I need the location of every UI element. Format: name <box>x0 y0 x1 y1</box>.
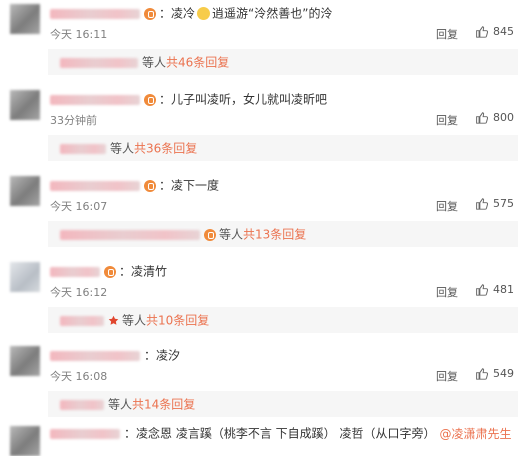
username-blurred[interactable] <box>50 94 140 105</box>
thumb-up-icon <box>476 26 488 38</box>
member-badge-icon <box>144 7 156 20</box>
avatar[interactable] <box>10 426 40 456</box>
username-blurred[interactable] <box>50 350 140 361</box>
username-blurred[interactable] <box>50 180 140 191</box>
avatar[interactable] <box>10 90 40 120</box>
reply-button[interactable]: 回复 <box>436 284 458 300</box>
timestamp: 今天 16:11 <box>50 28 108 41</box>
like-button[interactable]: 549 <box>475 367 514 380</box>
username-blurred[interactable] <box>50 8 140 19</box>
like-count: 845 <box>493 25 514 38</box>
like-count: 800 <box>493 111 514 124</box>
comment-item: ：凌念恩 凌言蹊（桃李不言 下自成蹊） 凌哲（从口字旁） @凌潇肃先生 <box>0 424 528 456</box>
timestamp: 33分钟前 <box>50 114 97 127</box>
sub-replies-label: 等人 <box>122 313 147 328</box>
emoji-icon <box>197 7 211 20</box>
thumb-up-icon <box>476 112 488 124</box>
reply-button[interactable]: 回复 <box>436 368 458 384</box>
like-button[interactable]: 575 <box>475 197 514 210</box>
sub-replies-label: 等人 <box>110 141 135 156</box>
comment-body: ：儿子叫凌听，女儿就叫凌昕吧 <box>50 90 327 108</box>
sub-replies-bar[interactable]: 等人共14条回复 <box>48 391 518 417</box>
comment-body: ：凌冷 逍遥游“泠然善也”的泠 <box>50 4 332 22</box>
thumb-up-icon <box>476 198 488 210</box>
sub-replies-bar[interactable]: 等人共36条回复 <box>48 135 518 161</box>
comment-text-suffix: 逍遥游“泠然善也”的泠 <box>212 6 333 21</box>
member-badge-icon <box>204 228 216 241</box>
replier-names-blurred <box>60 229 200 240</box>
comment-body: ：凌清竹 <box>50 262 167 280</box>
replier-names-blurred <box>60 57 138 68</box>
comment-item: ：凌清竹 今天 16:12 回复 481 等人共10条回复 <box>0 258 528 341</box>
username-blurred[interactable] <box>50 428 120 439</box>
sub-replies-label: 等人 <box>142 55 167 70</box>
sub-replies-bar[interactable]: 等人共46条回复 <box>48 49 518 75</box>
replier-names-blurred <box>60 315 104 326</box>
like-button[interactable]: 800 <box>475 111 514 124</box>
sub-replies-bar[interactable]: 等人共10条回复 <box>48 307 518 333</box>
sub-replies-link[interactable]: 共46条回复 <box>166 56 229 70</box>
comment-item: ：凌汐 今天 16:08 回复 549 等人共14条回复 <box>0 342 528 425</box>
comment-body: ：凌下一度 <box>50 176 219 194</box>
sub-replies-link[interactable]: 共10条回复 <box>146 314 209 328</box>
comment-item: ：凌下一度 今天 16:07 回复 575 等人共13条回复 <box>0 172 528 255</box>
thumb-up-icon <box>476 284 488 296</box>
sub-replies-link[interactable]: 共14条回复 <box>132 398 195 412</box>
star-icon <box>108 315 119 325</box>
replier-names-blurred <box>60 399 104 410</box>
reply-button[interactable]: 回复 <box>436 26 458 42</box>
avatar[interactable] <box>10 346 40 376</box>
sub-replies-link[interactable]: 共13条回复 <box>243 228 306 242</box>
comment-body: ：凌汐 <box>50 346 180 364</box>
like-count: 549 <box>493 367 514 380</box>
member-badge-icon <box>144 179 156 192</box>
comment-item: ：儿子叫凌听，女儿就叫凌昕吧 33分钟前 回复 800 等人共36条回复 <box>0 86 528 169</box>
comment-body: ：凌念恩 凌言蹊（桃李不言 下自成蹊） 凌哲（从口字旁） @凌潇肃先生 <box>50 424 511 442</box>
comment-text: ：儿子叫凌听，女儿就叫凌昕吧 <box>159 92 328 107</box>
like-button[interactable]: 845 <box>475 25 514 38</box>
timestamp: 今天 16:07 <box>50 200 108 213</box>
like-count: 575 <box>493 197 514 210</box>
member-badge-icon <box>144 93 156 106</box>
avatar[interactable] <box>10 4 40 34</box>
timestamp: 今天 16:12 <box>50 286 108 299</box>
like-count: 481 <box>493 283 514 296</box>
comment-text: ：凌冷 <box>159 6 196 21</box>
timestamp: 今天 16:08 <box>50 370 108 383</box>
sub-replies-label: 等人 <box>219 227 244 242</box>
reply-button[interactable]: 回复 <box>436 112 458 128</box>
sub-replies-label: 等人 <box>108 397 133 412</box>
sub-replies-bar[interactable]: 等人共13条回复 <box>48 221 518 247</box>
reply-button[interactable]: 回复 <box>436 198 458 214</box>
like-button[interactable]: 481 <box>475 283 514 296</box>
comment-text: ：凌清竹 <box>119 264 168 279</box>
username-blurred[interactable] <box>50 266 100 277</box>
sub-replies-link[interactable]: 共36条回复 <box>134 142 197 156</box>
member-badge-icon <box>104 265 116 278</box>
comment-text: ：凌念恩 凌言蹊（桃李不言 下自成蹊） 凌哲（从口字旁） <box>124 426 436 441</box>
avatar[interactable] <box>10 176 40 206</box>
avatar[interactable] <box>10 262 40 292</box>
comment-text: ：凌汐 <box>144 348 181 363</box>
comment-item: ：凌冷 逍遥游“泠然善也”的泠 今天 16:11 回复 845 等人共46条回复 <box>0 0 528 83</box>
replier-names-blurred <box>60 143 106 154</box>
thumb-up-icon <box>476 368 488 380</box>
mention-link[interactable]: @凌潇肃先生 <box>439 427 511 441</box>
comment-text: ：凌下一度 <box>159 178 220 193</box>
